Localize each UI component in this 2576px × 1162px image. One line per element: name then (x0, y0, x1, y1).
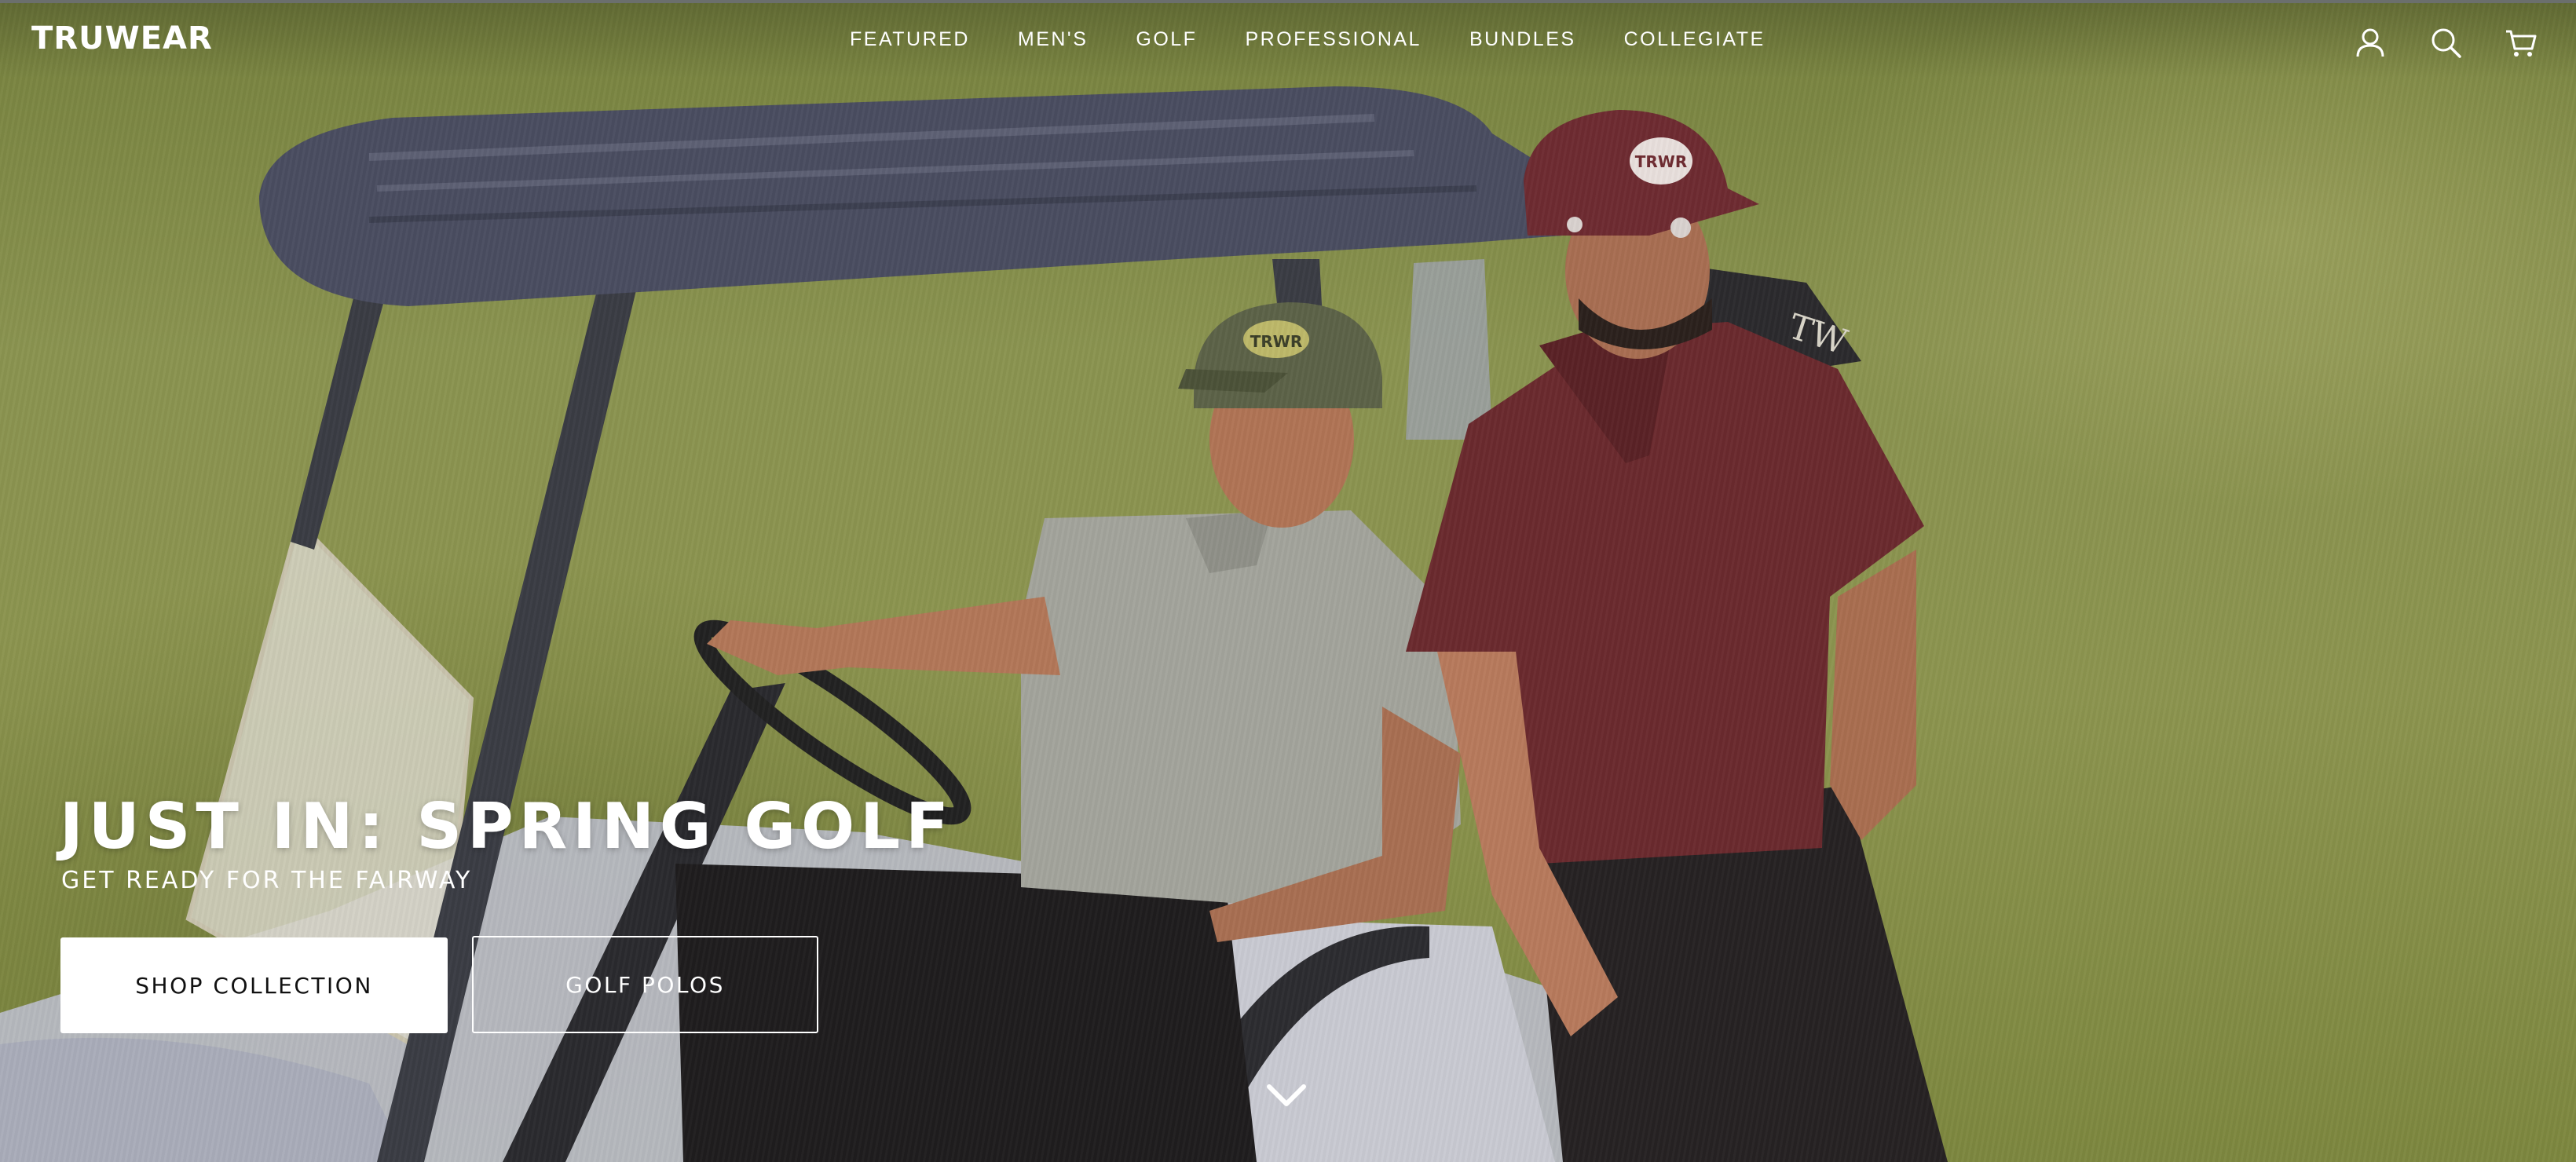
header-actions (2353, 25, 2538, 60)
brand-logo[interactable]: TRUWEAR (31, 20, 213, 57)
hero-subhead: GET READY FOR THE FAIRWAY (61, 867, 473, 894)
hat-right-logo: TRWR (1635, 152, 1688, 171)
hero-headline: JUST IN: SPRING GOLF (60, 790, 954, 863)
bag-logo: TW (1784, 306, 1852, 363)
nav-item-featured[interactable]: FEATURED (850, 28, 970, 51)
nav-item-mens[interactable]: MEN'S (1018, 28, 1089, 51)
cart-icon[interactable] (2504, 25, 2538, 60)
nav-item-bundles[interactable]: BUNDLES (1469, 28, 1576, 51)
shop-collection-button[interactable]: SHOP COLLECTION (60, 937, 448, 1033)
main-nav: FEATURED MEN'S GOLF PROFESSIONAL BUNDLES… (850, 28, 1766, 51)
account-icon[interactable] (2353, 25, 2388, 60)
nav-item-professional[interactable]: PROFESSIONAL (1245, 28, 1422, 51)
chevron-down-icon[interactable] (1266, 1080, 1307, 1112)
hat-left-logo: TRWR (1250, 332, 1303, 351)
site-header: TRUWEAR FEATURED MEN'S GOLF PROFESSIONAL… (0, 0, 2576, 79)
golf-polos-button[interactable]: GOLF POLOS (472, 936, 818, 1033)
nav-item-collegiate[interactable]: COLLEGIATE (1624, 28, 1766, 51)
search-icon[interactable] (2428, 25, 2463, 60)
nav-item-golf[interactable]: GOLF (1136, 28, 1197, 51)
